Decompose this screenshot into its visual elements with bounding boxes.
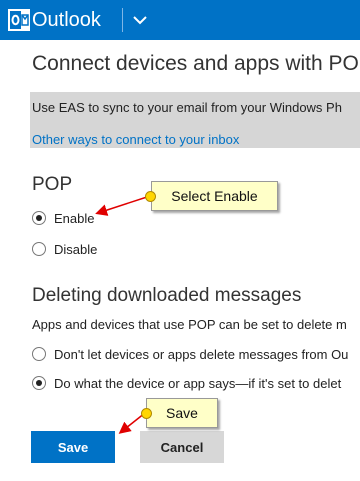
dont-let-delete-radio[interactable]	[32, 347, 46, 361]
select-enable-callout: Select Enable	[151, 181, 278, 211]
app-title[interactable]: Outlook	[32, 8, 101, 32]
eas-notice-text: Use EAS to sync to your email from your …	[32, 100, 342, 115]
pop-section-title: POP	[32, 174, 73, 195]
dont-let-delete-option[interactable]: Don't let devices or apps delete message…	[32, 345, 348, 363]
top-bar: Outlook	[0, 0, 360, 40]
enable-arrow	[95, 195, 151, 216]
cancel-button[interactable]: Cancel	[140, 431, 224, 463]
title-divider	[122, 8, 123, 32]
dont-let-delete-label: Don't let devices or apps delete message…	[54, 346, 349, 362]
other-ways-link[interactable]: Other ways to connect to your inbox	[32, 132, 239, 147]
page-title: Connect devices and apps with POP	[32, 52, 360, 75]
enable-label: Enable	[54, 210, 95, 226]
device-decides-radio[interactable]	[32, 376, 46, 390]
callout-anchor-dot	[141, 408, 152, 419]
disable-radio[interactable]	[32, 242, 46, 256]
outlook-logo-icon[interactable]	[8, 9, 30, 31]
disable-label: Disable	[54, 241, 98, 257]
eas-notice-panel: Use EAS to sync to your email from your …	[30, 92, 360, 148]
pop-enable-option[interactable]: Enable	[32, 209, 94, 227]
callout-anchor-dot	[145, 191, 156, 202]
save-callout: Save	[146, 398, 218, 428]
save-button[interactable]: Save	[31, 431, 115, 463]
device-decides-option[interactable]: Do what the device or app says—if it's s…	[32, 374, 341, 392]
pop-disable-option[interactable]: Disable	[32, 240, 97, 258]
chevron-down-icon[interactable]	[132, 13, 148, 27]
deleting-description: Apps and devices that use POP can be set…	[32, 317, 347, 332]
enable-radio[interactable]	[32, 211, 46, 225]
device-decides-label: Do what the device or app says—if it's s…	[54, 375, 342, 391]
deleting-section-title: Deleting downloaded messages	[32, 285, 302, 306]
